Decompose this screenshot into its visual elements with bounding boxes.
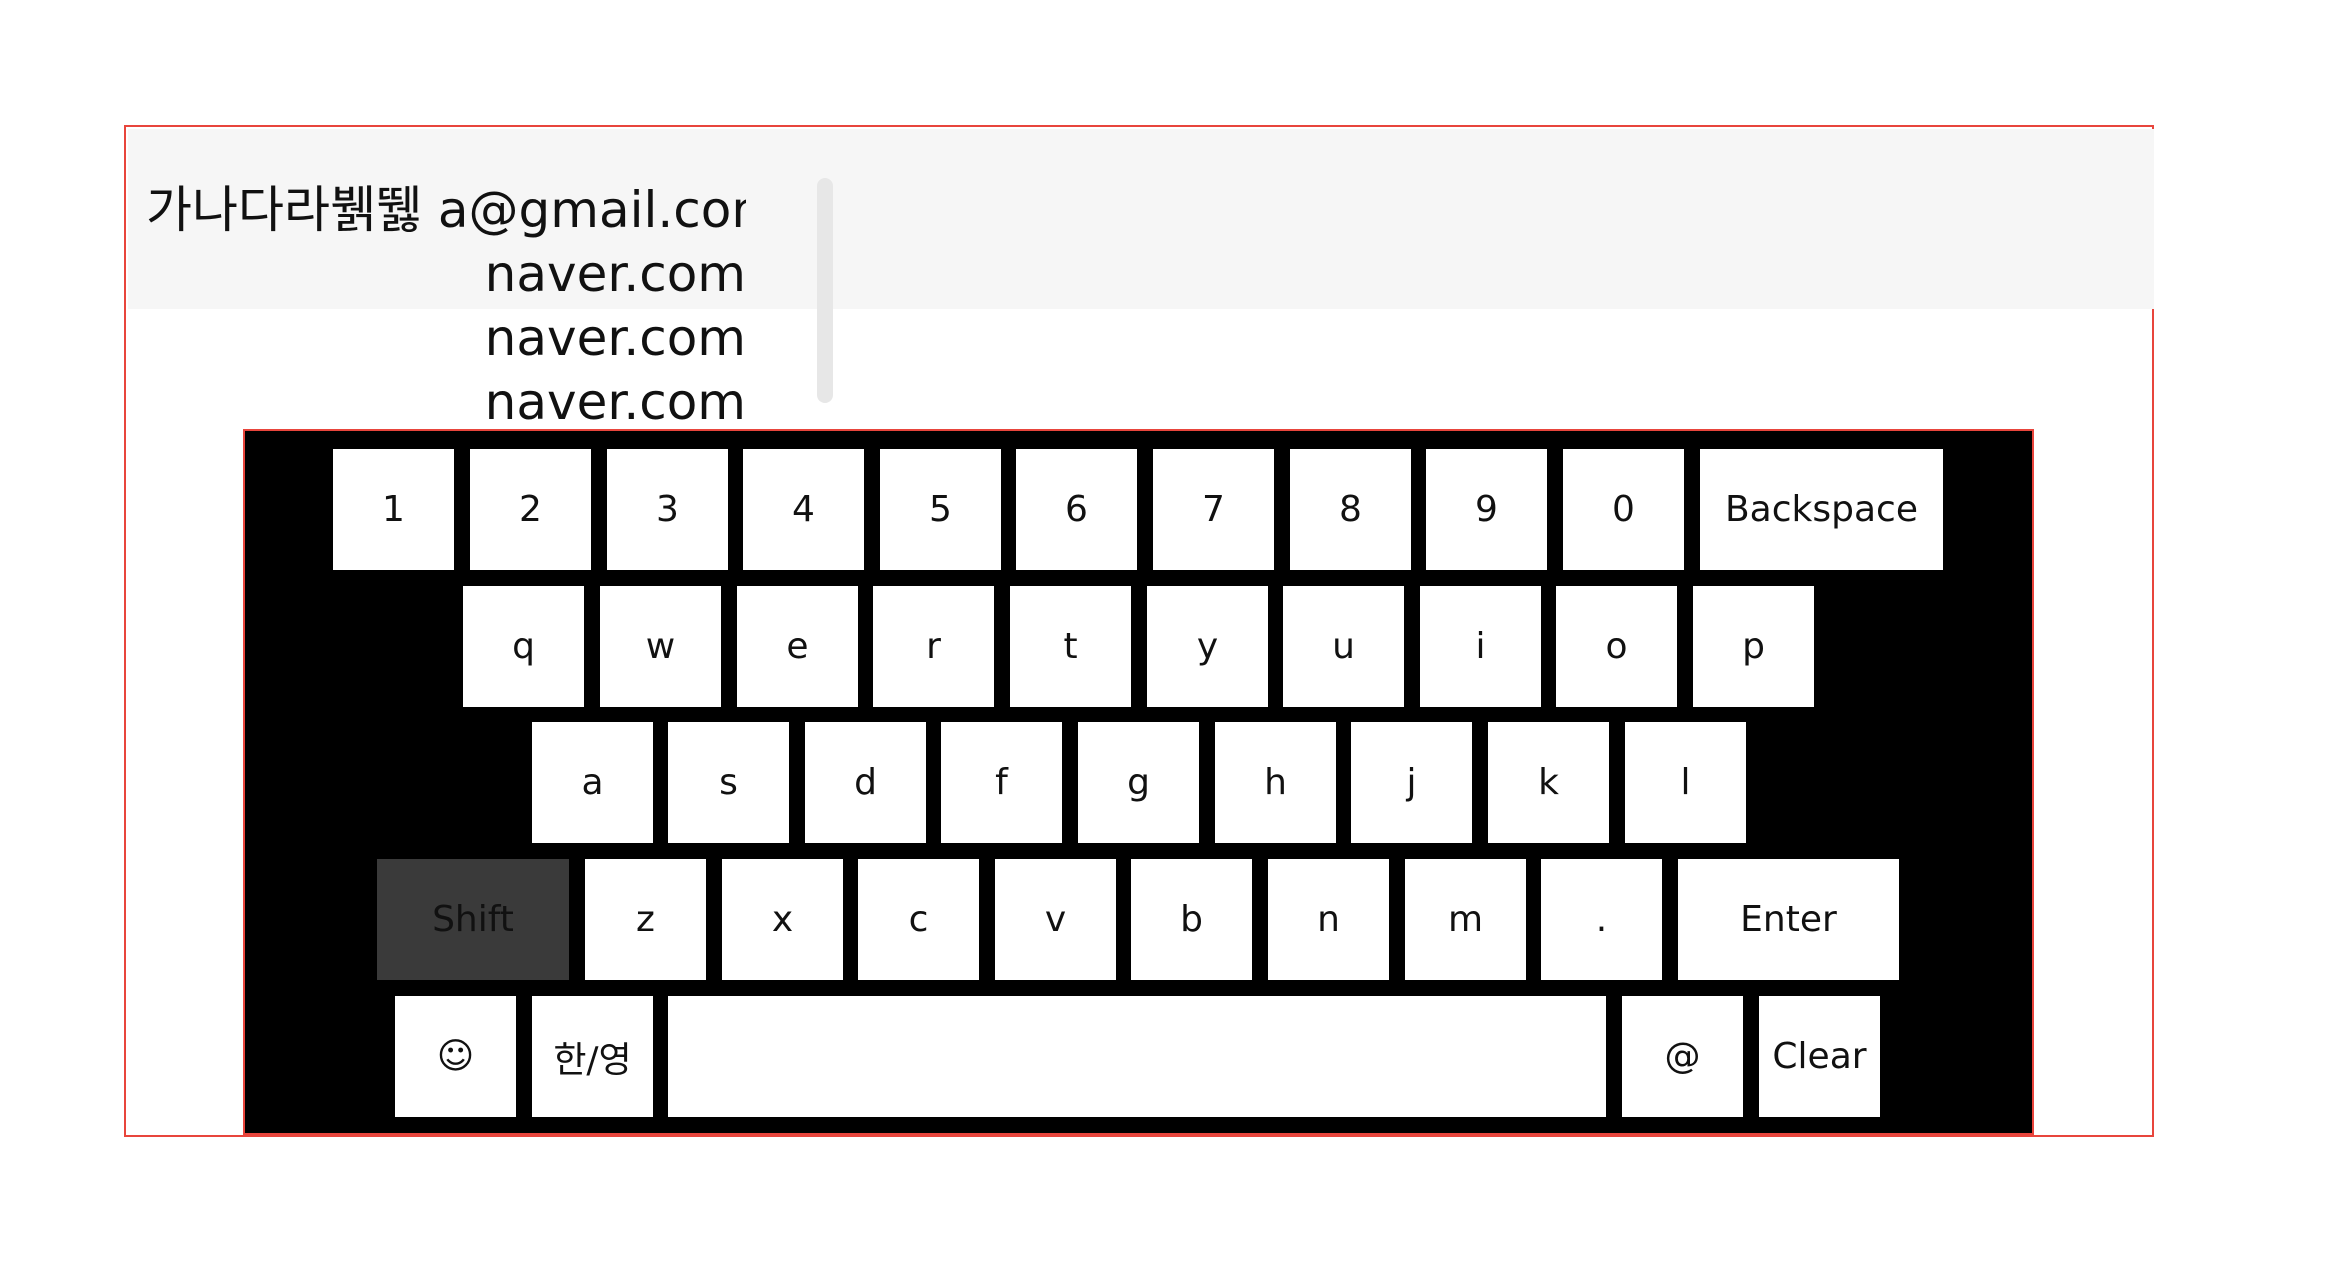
key-3[interactable]: 3 — [607, 449, 728, 570]
key-space[interactable] — [668, 996, 1606, 1117]
key-9[interactable]: 9 — [1426, 449, 1547, 570]
key-m[interactable]: m — [1405, 859, 1526, 980]
key-h[interactable]: h — [1215, 722, 1336, 843]
smiley-icon: ☺ — [436, 1036, 475, 1077]
typed-text[interactable]: 가나다라뷁뛣 a@gmail.com naver.com naver.com n… — [146, 178, 746, 428]
key-8[interactable]: 8 — [1290, 449, 1411, 570]
key-7[interactable]: 7 — [1153, 449, 1274, 570]
typed-line-3: naver.com — [484, 309, 746, 367]
key-k[interactable]: k — [1488, 722, 1609, 843]
typed-line-4: naver.com — [484, 373, 746, 428]
key-1[interactable]: 1 — [333, 449, 454, 570]
key-backspace[interactable]: Backspace — [1700, 449, 1943, 570]
key-d[interactable]: d — [805, 722, 926, 843]
key-f[interactable]: f — [941, 722, 1062, 843]
key-y[interactable]: y — [1147, 586, 1268, 707]
typed-line-2: naver.com — [484, 245, 746, 303]
key-x[interactable]: x — [722, 859, 843, 980]
typed-line-1: 가나다라뷁뛣 a@gmail.com — [146, 181, 746, 239]
key-4[interactable]: 4 — [743, 449, 864, 570]
key-q[interactable]: q — [463, 586, 584, 707]
key-b[interactable]: b — [1131, 859, 1252, 980]
key-e[interactable]: e — [737, 586, 858, 707]
key-shift[interactable]: Shift — [377, 859, 569, 980]
key-2[interactable]: 2 — [470, 449, 591, 570]
key-o[interactable]: o — [1556, 586, 1677, 707]
key-at[interactable]: @ — [1622, 996, 1743, 1117]
key-s[interactable]: s — [668, 722, 789, 843]
key-z[interactable]: z — [585, 859, 706, 980]
key-a[interactable]: a — [532, 722, 653, 843]
key-lang-toggle[interactable]: 한/영 — [532, 996, 653, 1117]
key-c[interactable]: c — [858, 859, 979, 980]
key-emoji[interactable]: ☺ — [395, 996, 516, 1117]
key-r[interactable]: r — [873, 586, 994, 707]
key-w[interactable]: w — [600, 586, 721, 707]
key-0[interactable]: 0 — [1563, 449, 1684, 570]
key-period[interactable]: . — [1541, 859, 1662, 980]
key-5[interactable]: 5 — [880, 449, 1001, 570]
key-6[interactable]: 6 — [1016, 449, 1137, 570]
key-u[interactable]: u — [1283, 586, 1404, 707]
key-j[interactable]: j — [1351, 722, 1472, 843]
virtual-keyboard: 1 2 3 4 5 6 7 8 9 0 Backspace q w e r t … — [243, 429, 2034, 1135]
key-n[interactable]: n — [1268, 859, 1389, 980]
key-t[interactable]: t — [1010, 586, 1131, 707]
key-i[interactable]: i — [1420, 586, 1541, 707]
key-p[interactable]: p — [1693, 586, 1814, 707]
key-clear[interactable]: Clear — [1759, 996, 1880, 1117]
key-enter[interactable]: Enter — [1678, 859, 1899, 980]
key-v[interactable]: v — [995, 859, 1116, 980]
key-l[interactable]: l — [1625, 722, 1746, 843]
key-g[interactable]: g — [1078, 722, 1199, 843]
text-scrollbar[interactable] — [817, 178, 833, 403]
